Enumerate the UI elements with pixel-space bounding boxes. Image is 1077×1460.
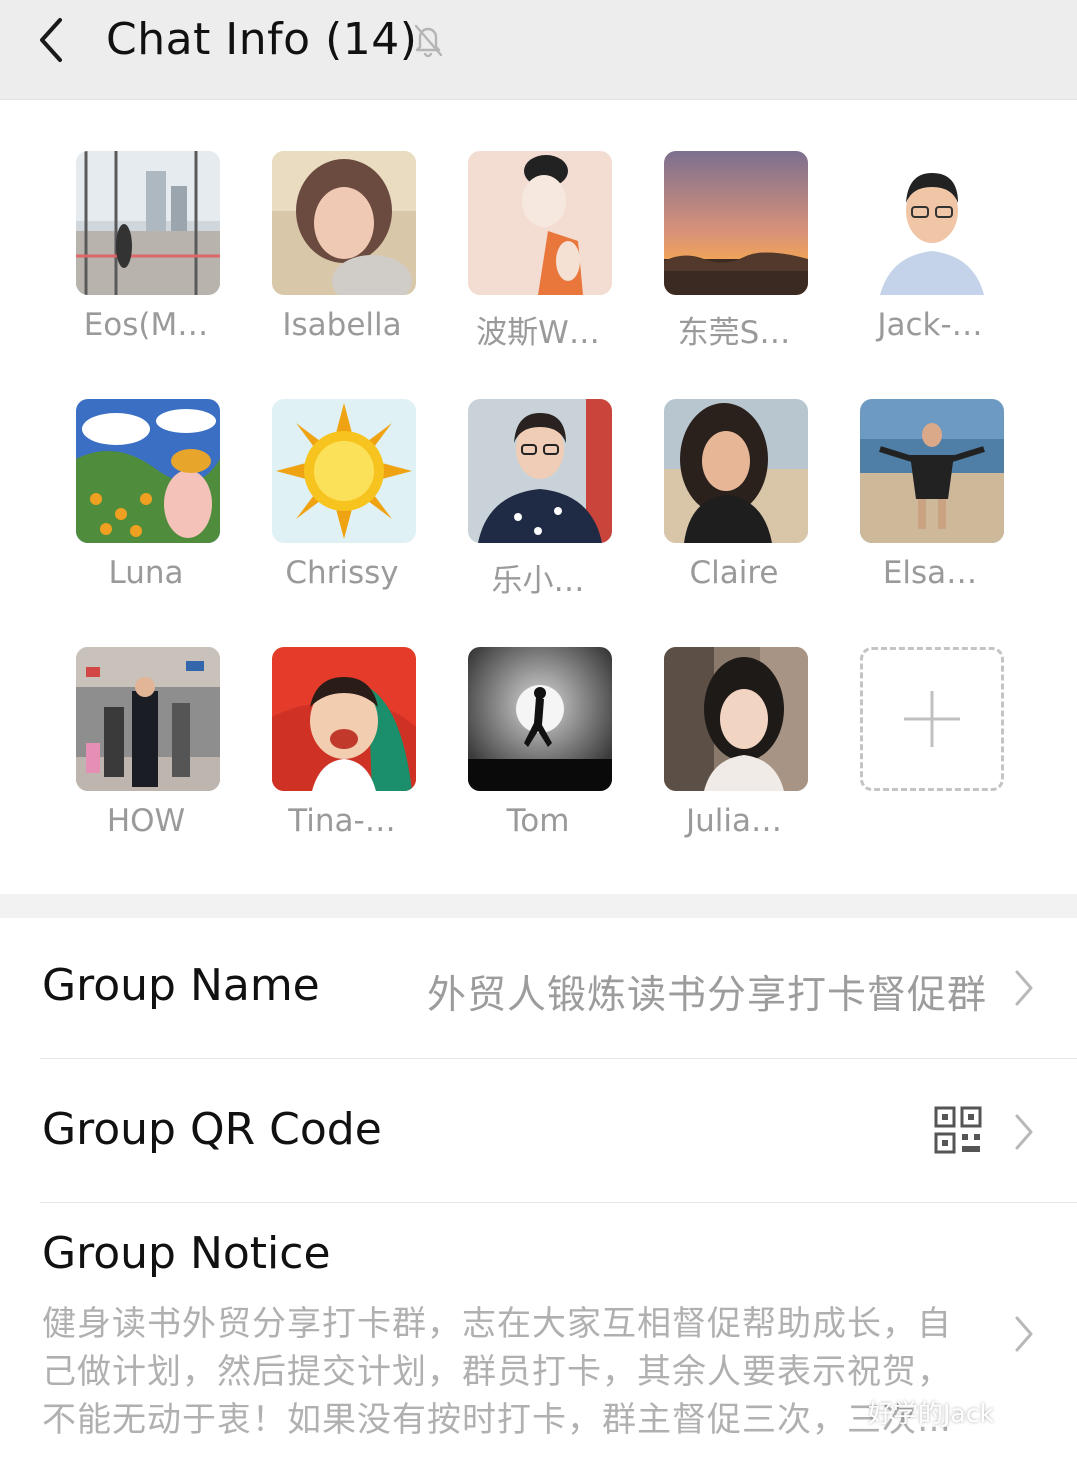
member-item[interactable]: Tina-… bbox=[244, 647, 440, 877]
avatar bbox=[76, 151, 220, 295]
member-name: HOW bbox=[106, 803, 186, 839]
member-grid: Eos(M… Isabella 波斯W… 东莞S… Jack-… Luna Ch… bbox=[0, 101, 1077, 894]
member-name: Tom bbox=[506, 803, 570, 839]
watermark: 好学的Jack bbox=[868, 1399, 994, 1428]
group-qr-label: Group QR Code bbox=[42, 1104, 382, 1155]
avatar bbox=[468, 399, 612, 543]
avatar bbox=[272, 151, 416, 295]
member-item[interactable]: Elsa… bbox=[832, 399, 1028, 629]
member-name: Elsa… bbox=[882, 555, 978, 591]
group-name-row[interactable]: Group Name 外贸人锻炼读书分享打卡督促群 bbox=[0, 918, 1077, 1058]
member-name: 东莞S… bbox=[677, 315, 791, 351]
avatar bbox=[76, 399, 220, 543]
row-separator bbox=[40, 1058, 1077, 1059]
section-divider bbox=[0, 894, 1077, 918]
member-item[interactable]: 乐小… bbox=[440, 399, 636, 629]
member-item[interactable]: Jack-… bbox=[832, 151, 1028, 381]
plus-icon bbox=[904, 691, 960, 747]
qr-code-icon bbox=[934, 1106, 982, 1154]
avatar bbox=[468, 151, 612, 295]
back-button[interactable] bbox=[30, 12, 80, 68]
member-item[interactable]: Tom bbox=[440, 647, 636, 877]
member-name: 波斯W… bbox=[476, 315, 600, 351]
member-item[interactable]: Chrissy bbox=[244, 399, 440, 629]
avatar bbox=[664, 647, 808, 791]
member-item[interactable]: Isabella bbox=[244, 151, 440, 381]
avatar bbox=[860, 151, 1004, 295]
member-name: Jack-… bbox=[877, 307, 983, 343]
member-name: Eos(M… bbox=[83, 307, 209, 343]
member-name: Luna bbox=[108, 555, 184, 591]
member-item[interactable]: 波斯W… bbox=[440, 151, 636, 381]
member-name: Tina-… bbox=[288, 803, 396, 839]
add-member-item[interactable] bbox=[832, 647, 1028, 877]
group-name-value: 外贸人锻炼读书分享打卡督促群 bbox=[426, 973, 987, 1018]
avatar bbox=[664, 399, 808, 543]
bell-off-icon bbox=[414, 24, 443, 58]
group-notice-text: 健身读书外贸分享打卡群，志在大家互相督促帮助成长，自己做计划，然后提交计划，群员… bbox=[42, 1304, 952, 1440]
group-qr-row[interactable]: Group QR Code bbox=[0, 1060, 1077, 1202]
add-member-button[interactable] bbox=[860, 647, 1004, 791]
chevron-left-icon bbox=[40, 18, 62, 62]
member-name: Julia… bbox=[685, 803, 782, 839]
avatar bbox=[272, 647, 416, 791]
member-name: 乐小… bbox=[491, 563, 585, 599]
member-item[interactable]: Julia… bbox=[636, 647, 832, 877]
member-name: Chrissy bbox=[285, 555, 399, 591]
member-item[interactable]: Eos(M… bbox=[48, 151, 244, 381]
chevron-right-icon bbox=[1015, 970, 1033, 1006]
member-item[interactable]: 东莞S… bbox=[636, 151, 832, 381]
group-name-label: Group Name bbox=[42, 960, 320, 1011]
chevron-right-icon bbox=[1015, 1316, 1033, 1352]
avatar bbox=[860, 399, 1004, 543]
member-item[interactable]: Luna bbox=[48, 399, 244, 629]
page-title: Chat Info (14) bbox=[106, 14, 418, 65]
avatar bbox=[272, 399, 416, 543]
member-name: Claire bbox=[689, 555, 779, 591]
member-name: Isabella bbox=[282, 307, 402, 343]
header-bar: Chat Info (14) bbox=[0, 0, 1077, 100]
avatar bbox=[468, 647, 612, 791]
member-item[interactable]: Claire bbox=[636, 399, 832, 629]
group-notice-label: Group Notice bbox=[42, 1228, 331, 1279]
avatar bbox=[664, 151, 808, 295]
row-separator bbox=[40, 1202, 1077, 1203]
chevron-right-icon bbox=[1015, 1114, 1033, 1150]
avatar bbox=[76, 647, 220, 791]
member-item[interactable]: HOW bbox=[48, 647, 244, 877]
